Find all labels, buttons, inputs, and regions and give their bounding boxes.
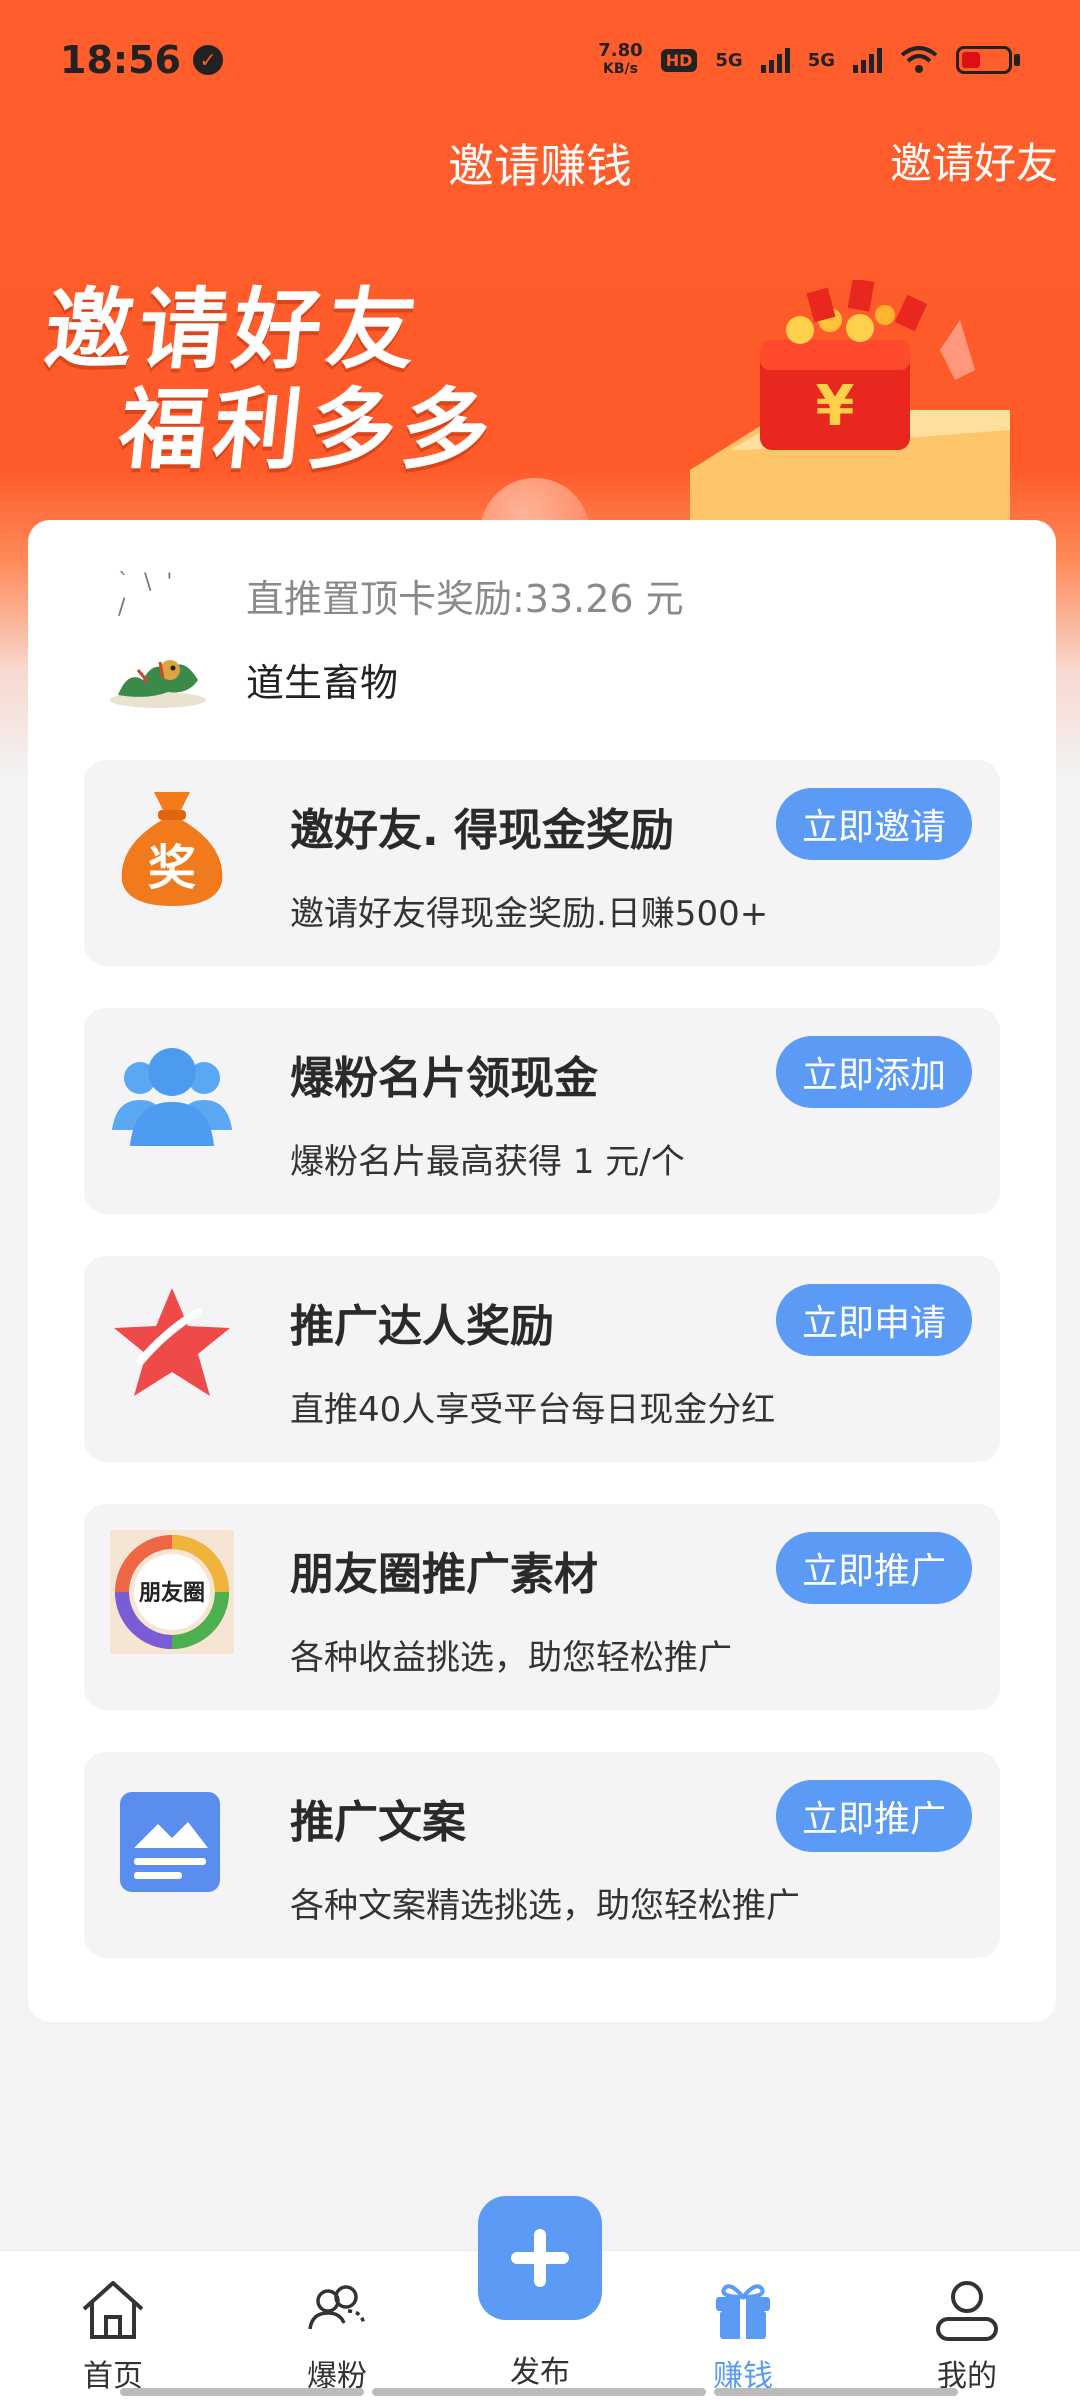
signal-icon-2 [853,47,882,73]
invite-friends-link[interactable]: 邀请好友 [890,130,1058,191]
dragon-avatar [110,660,206,708]
home-indicator [714,2388,958,2396]
marquee-reward-text: 直推置顶卡奖励:33.26 元 [246,577,684,621]
task-title: 朋友圈推广素材 [290,1549,598,1600]
document-icon [120,1792,220,1892]
svg-text:朋友圈: 朋友圈 [139,1581,205,1606]
gift-icon [716,2284,770,2339]
svg-text:奖: 奖 [148,840,196,896]
task-desc: 各种文案精选挑选，助您轻松推广 [290,1886,800,1926]
task-desc: 邀请好友得现金奖励.日赚500+ [290,894,769,934]
task-title: 邀好友. 得现金奖励 [290,805,675,856]
home-icon [82,2281,144,2339]
status-time: 18:56 [60,38,181,82]
task-title: 推广达人奖励 [290,1301,554,1352]
money-bag-icon: 奖 [121,792,223,906]
profile-icon [936,2281,998,2341]
marquee-user-name: 道生畜物 [246,661,399,705]
task-promoter-reward[interactable]: 推广达人奖励 直推40人享受平台每日现金分红 立即申请 [84,1256,1000,1462]
add-now-button[interactable]: 立即添加 [775,1036,972,1108]
task-moments-material[interactable]: 朋友圈 朋友圈推广素材 各种收益挑选，助您轻松推广 立即推广 [84,1504,1000,1710]
apply-now-button[interactable]: 立即申请 [775,1284,972,1356]
home-indicator [120,2388,364,2396]
yuan-symbol: ¥ [816,374,855,439]
promote-copy-button[interactable]: 立即推广 [775,1780,972,1852]
signal-icon [760,47,790,73]
sim1-label: 5G [715,49,743,71]
task-promo-copy[interactable]: 推广文案 各种文案精选挑选，助您轻松推广 立即推广 [84,1752,1000,1958]
hd-voice-badge: HD [660,48,698,72]
task-desc: 爆粉名片最高获得 1 元/个 [290,1142,685,1182]
reward-marquee: ` \ ' / 直推置顶卡奖励:33.26 元 道生畜物 [28,520,1056,720]
status-bar: 18:56 ✓ 7.80 KB/s HD 5G 5G [0,0,1080,120]
moments-icon: 朋友圈 [110,1530,234,1654]
sim2-label: 5G [807,49,835,71]
verified-icon: ✓ [192,45,223,75]
task-desc: 各种收益挑选，助您轻松推广 [290,1638,732,1678]
tab-home[interactable]: 首页 [28,2251,198,2400]
users-icon [112,1048,232,1146]
plus-icon [511,2229,569,2287]
star-icon [114,1288,230,1396]
fans-icon [308,2285,366,2330]
red-envelope-gift-icon: ¥ [690,280,1010,520]
task-invite-friends[interactable]: 奖 邀好友. 得现金奖励 邀请好友得现金奖励.日赚500+ 立即邀请 [84,760,1000,966]
home-indicator [372,2388,706,2396]
task-title: 推广文案 [290,1797,466,1848]
network-speed: 7.80 KB/s [598,40,643,78]
publish-plus-button[interactable] [478,2196,602,2320]
faint-avatar: ` \ ' / [118,570,177,620]
main-card: ` \ ' / 直推置顶卡奖励:33.26 元 道生畜物 奖 邀好友. 得现金奖… [28,520,1056,2022]
promote-now-button[interactable]: 立即推广 [775,1532,972,1604]
invite-now-button[interactable]: 立即邀请 [775,788,972,860]
tab-mine[interactable]: 我的 [882,2251,1052,2400]
banner-slogan: 邀请好友 福利多多 [39,278,502,481]
task-desc: 直推40人享受平台每日现金分红 [290,1390,776,1430]
task-fan-card[interactable]: 爆粉名片领现金 爆粉名片最高获得 1 元/个 立即添加 [84,1008,1000,1214]
tab-earn[interactable]: 赚钱 [658,2251,828,2400]
battery-icon [956,46,1012,74]
tab-fans[interactable]: 爆粉 [252,2251,422,2400]
wifi-icon [900,46,938,73]
task-title: 爆粉名片领现金 [290,1053,598,1104]
